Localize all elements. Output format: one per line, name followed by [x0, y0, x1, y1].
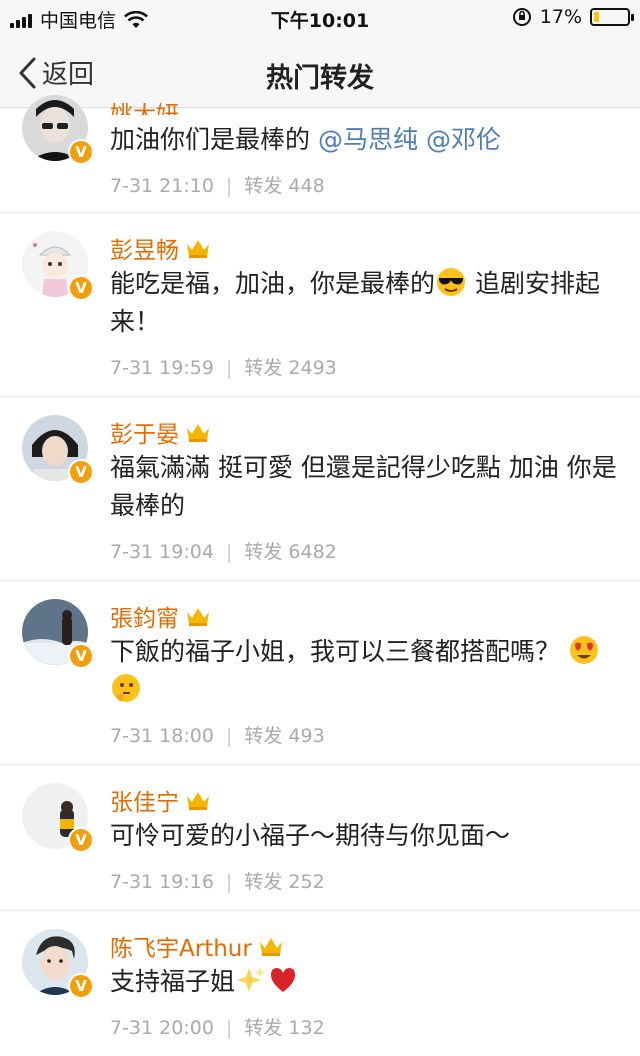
verified-badge-icon: V [68, 275, 94, 301]
sunglasses-emoji-icon [437, 268, 466, 296]
repost-date: 7-31 21:10 [110, 175, 214, 197]
nav-bar: 返回 热门转发 [0, 36, 640, 108]
mention-link[interactable]: @马思纯 [318, 125, 418, 154]
repost-text-body: 能吃是福，加油，你是最棒的 [110, 269, 436, 298]
repost-label: 转发 [244, 175, 283, 197]
repost-count: 6482 [288, 541, 337, 563]
repost-text-body: 支持福子姐 [110, 967, 236, 996]
repost-date: 7-31 19:16 [110, 871, 214, 893]
avatar[interactable]: V [22, 783, 94, 853]
verified-badge-icon: V [68, 973, 94, 999]
avatar[interactable]: V [22, 95, 94, 165]
vip-crown-icon [187, 424, 209, 442]
repost-label: 转发 [244, 541, 283, 563]
repost-text: 福氣滿滿 挺可愛 但還是記得少吃點 加油 你是最棒的 [110, 453, 617, 520]
username[interactable]: 陈飞宇Arthur [110, 929, 252, 963]
repost-label: 转发 [244, 725, 283, 747]
repost-text: 支持福子姐 [110, 963, 624, 1001]
vip-crown-icon [259, 938, 282, 956]
list-item[interactable]: V 陈飞宇Arthur 支持福子姐 7-31 20:00 | 转发 132 [0, 911, 640, 1056]
thinking-emoji-icon [112, 674, 140, 702]
repost-date: 7-31 19:04 [110, 541, 214, 563]
username[interactable]: 彭昱畅 [110, 231, 179, 265]
repost-text-body: 加油你们是最棒的 [110, 125, 311, 154]
repost-text-body: 下飯的福子小姐，我可以三餐都搭配嗎？ [110, 637, 561, 666]
repost-meta: 7-31 18:00 | 转发 493 [110, 725, 325, 747]
avatar[interactable]: V [22, 929, 94, 999]
repost-text: 加油你们是最棒的 @马思纯 @邓伦 [110, 115, 624, 159]
list-item[interactable]: V 张佳宁 可怜可爱的小福子～期待与你见面～ 7-31 19:16 | 转发 252 [0, 765, 640, 911]
username[interactable]: 張鈞甯 [110, 599, 179, 633]
list-item[interactable]: V 姚大妍 加油你们是最棒的 @马思纯 @邓伦 7-31 21:10|转发 44… [0, 95, 640, 213]
repost-count: 252 [288, 871, 325, 893]
avatar[interactable]: V [22, 415, 94, 485]
repost-label: 转发 [244, 871, 283, 893]
orientation-lock-icon [512, 8, 531, 26]
repost-count: 493 [288, 725, 325, 747]
verified-badge-icon: V [68, 643, 94, 669]
list-item[interactable]: V 彭昱畅 能吃是福，加油，你是最棒的 追剧安排起来！ 7-31 19:59 | 转… [0, 213, 640, 397]
repost-text: 下飯的福子小姐，我可以三餐都搭配嗎？ [110, 633, 624, 709]
username[interactable]: 姚大妍 [110, 103, 179, 115]
repost-label: 转发 [244, 357, 283, 379]
sparkles-emoji-icon [237, 967, 266, 992]
red-heart-emoji-icon [271, 968, 296, 992]
username[interactable]: 张佳宁 [110, 783, 179, 817]
repost-text: 能吃是福，加油，你是最棒的 追剧安排起来！ [110, 265, 624, 341]
repost-meta: 7-31 19:04 | 转发 6482 [110, 541, 337, 563]
verified-badge-icon: V [68, 459, 94, 485]
repost-date: 7-31 19:59 [110, 357, 214, 379]
battery-fill [594, 12, 599, 22]
repost-meta: 7-31 19:16 | 转发 252 [110, 871, 325, 893]
repost-count: 448 [288, 175, 325, 197]
repost-count: 132 [288, 1017, 325, 1039]
repost-count: 2493 [288, 357, 337, 379]
vip-crown-icon [187, 608, 209, 626]
repost-date: 7-31 20:00 [110, 1017, 214, 1039]
verified-badge-icon: V [68, 139, 94, 165]
repost-text: 可怜可爱的小福子～期待与你见面～ [110, 821, 511, 850]
mention-link[interactable]: @邓伦 [426, 125, 501, 154]
vip-crown-icon [187, 240, 209, 258]
repost-list: V 姚大妍 加油你们是最棒的 @马思纯 @邓伦 7-31 21:10|转发 44… [0, 95, 640, 1056]
repost-meta: 7-31 19:59 | 转发 2493 [110, 357, 337, 379]
battery-percent: 17% [539, 6, 582, 28]
vip-crown-icon [187, 792, 209, 810]
page-title: 热门转发 [266, 63, 374, 94]
list-item[interactable]: V 彭于晏 福氣滿滿 挺可愛 但還是記得少吃點 加油 你是最棒的 7-31 19… [0, 397, 640, 581]
avatar[interactable]: V [22, 231, 94, 301]
heart-eyes-emoji-icon [569, 636, 598, 664]
repost-label: 转发 [244, 1017, 283, 1039]
list-item[interactable]: V 張鈞甯 下飯的福子小姐，我可以三餐都搭配嗎？ 7-31 18:00 | 转发 4… [0, 581, 640, 765]
repost-meta: 7-31 20:00 | 转发 132 [110, 1017, 325, 1039]
repost-date: 7-31 18:00 [110, 725, 214, 747]
username[interactable]: 彭于晏 [110, 415, 179, 449]
status-bar: 中国电信 下午10:01 17% [0, 0, 640, 36]
avatar[interactable]: V [22, 599, 94, 669]
repost-meta: 7-31 21:10 | 转发 448 [110, 175, 325, 197]
verified-badge-icon: V [68, 827, 94, 853]
battery-icon [590, 8, 634, 26]
